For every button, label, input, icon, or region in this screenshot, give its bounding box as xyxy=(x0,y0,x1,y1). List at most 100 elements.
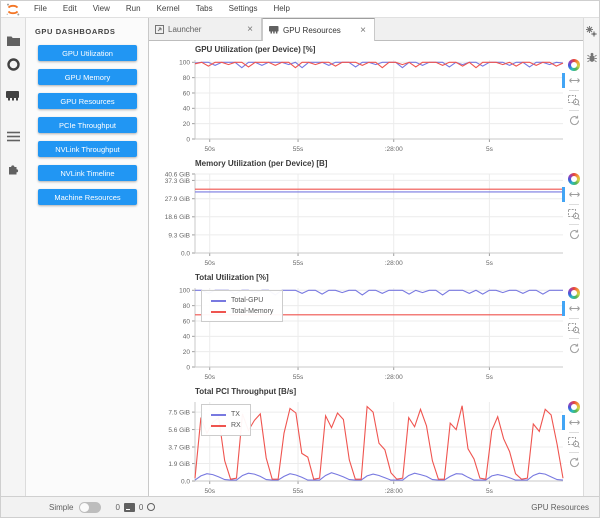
svg-text:55s: 55s xyxy=(293,374,304,381)
svg-text:3.7 GiB: 3.7 GiB xyxy=(168,444,190,451)
bokeh-logo-icon[interactable] xyxy=(568,287,580,299)
chart-title: Memory Utilization (per Device) [B] xyxy=(195,159,328,168)
svg-text:50s: 50s xyxy=(204,260,215,267)
bokeh-logo-icon[interactable] xyxy=(568,59,580,71)
dashboard-button-pcie-throughput[interactable]: PCIe Throughput xyxy=(38,117,137,133)
chart-title: GPU Utilization (per Device) [%] xyxy=(195,45,316,54)
menu-kernel[interactable]: Kernel xyxy=(149,1,188,17)
svg-text:80: 80 xyxy=(183,75,191,82)
debugger-icon[interactable] xyxy=(586,52,597,78)
pan-tool-icon[interactable] xyxy=(562,73,581,88)
reset-tool-icon[interactable] xyxy=(567,114,581,127)
jupyter-logo-icon xyxy=(6,3,20,15)
dashboard-button-machine-resources[interactable]: Machine Resources xyxy=(38,189,137,205)
tab-gpu-resources-label: GPU Resources xyxy=(283,25,341,35)
reset-tool-icon[interactable] xyxy=(567,456,581,469)
launcher-icon xyxy=(155,24,164,34)
kernel-status-icon[interactable] xyxy=(147,503,156,511)
bokeh-toolbar xyxy=(562,57,583,154)
dashboard-button-nvlink-timeline[interactable]: NVLink Timeline xyxy=(38,165,137,181)
svg-text:37.3 GiB: 37.3 GiB xyxy=(165,178,190,185)
svg-text:20: 20 xyxy=(183,121,191,128)
table-of-contents-icon[interactable] xyxy=(1,124,26,148)
svg-text:0.0: 0.0 xyxy=(181,250,190,257)
svg-text:18.6 GiB: 18.6 GiB xyxy=(165,214,190,221)
running-sessions-icon[interactable] xyxy=(1,52,26,76)
dashboard-button-gpu-utilization[interactable]: GPU Utilization xyxy=(38,45,137,61)
menu-file[interactable]: File xyxy=(26,1,55,17)
gpu-tab-icon xyxy=(269,26,279,34)
jupyterlab-window: File Edit View Run Kernel Tabs Settings … xyxy=(0,0,600,518)
tab-gpu-resources[interactable]: GPU Resources × xyxy=(262,18,375,41)
svg-text:60: 60 xyxy=(183,318,191,325)
svg-text:7.5 GiB: 7.5 GiB xyxy=(168,410,190,417)
tab-gpu-resources-close-icon[interactable]: × xyxy=(358,25,368,36)
svg-text:5.6 GiB: 5.6 GiB xyxy=(168,427,190,434)
svg-text:27.9 GiB: 27.9 GiB xyxy=(165,196,190,203)
left-activity-bar xyxy=(1,18,26,496)
svg-text:5s: 5s xyxy=(486,374,494,381)
bokeh-toolbar xyxy=(562,285,583,382)
dashboard-button-gpu-resources[interactable]: GPU Resources xyxy=(38,93,137,109)
menu-tabs[interactable]: Tabs xyxy=(188,1,221,17)
legend-swatch xyxy=(211,413,226,416)
gpu-resources-dashboard: GPU Utilization (per Device) [%] 100 80 60… xyxy=(149,41,583,496)
dashboard-button-nvlink-throughput[interactable]: NVLink Throughput xyxy=(38,141,137,157)
menu-run[interactable]: Run xyxy=(118,1,149,17)
pan-tool-icon[interactable] xyxy=(562,187,581,202)
bokeh-toolbar xyxy=(562,171,583,268)
menu-help[interactable]: Help xyxy=(266,1,298,17)
box-zoom-tool-icon[interactable] xyxy=(567,436,581,449)
tab-launcher-close-icon[interactable]: × xyxy=(245,24,255,35)
gpu-utilization-plot[interactable]: 100 80 60 40 20 0 50s 55s:28:00 5s xyxy=(155,57,565,154)
box-zoom-tool-icon[interactable] xyxy=(567,94,581,107)
svg-text:9.3 GiB: 9.3 GiB xyxy=(168,232,190,239)
dock-tab-bar: Launcher × GPU Resources × xyxy=(149,18,583,41)
svg-text:50s: 50s xyxy=(204,146,215,153)
svg-text:5s: 5s xyxy=(486,488,494,495)
box-zoom-tool-icon[interactable] xyxy=(567,322,581,335)
panel-title: GPU DASHBOARDS xyxy=(35,27,116,36)
chart-memory-utilization: Memory Utilization (per Device) [B] 40.6… xyxy=(149,159,583,272)
menu-bar: File Edit View Run Kernel Tabs Settings … xyxy=(1,1,599,18)
dashboard-button-gpu-memory[interactable]: GPU Memory xyxy=(38,69,137,85)
simple-mode-toggle[interactable] xyxy=(79,501,102,513)
svg-text::28:00: :28:00 xyxy=(385,260,403,267)
gpu-dashboards-icon[interactable] xyxy=(1,84,26,108)
bokeh-logo-icon[interactable] xyxy=(568,401,580,413)
reset-tool-icon[interactable] xyxy=(567,342,581,355)
file-browser-icon[interactable] xyxy=(1,28,26,52)
tab-launcher[interactable]: Launcher × xyxy=(149,18,262,40)
property-inspector-icon[interactable] xyxy=(586,26,597,52)
box-zoom-tool-icon[interactable] xyxy=(567,208,581,221)
current-context-label: GPU Resources xyxy=(531,502,589,512)
right-activity-bar xyxy=(583,18,599,496)
legend-swatch xyxy=(211,299,226,302)
extension-manager-icon[interactable] xyxy=(1,156,26,180)
terminal-icon[interactable] xyxy=(123,502,135,512)
svg-text:55s: 55s xyxy=(293,260,304,267)
menu-settings[interactable]: Settings xyxy=(221,1,266,17)
menu-view[interactable]: View xyxy=(85,1,118,17)
svg-text:55s: 55s xyxy=(293,488,304,495)
svg-text::28:00: :28:00 xyxy=(385,146,403,153)
reset-tool-icon[interactable] xyxy=(567,228,581,241)
svg-text:40: 40 xyxy=(183,106,191,113)
legend-swatch xyxy=(211,310,226,313)
svg-text:5s: 5s xyxy=(486,146,494,153)
legend-swatch xyxy=(211,424,226,427)
simple-mode-label: Simple xyxy=(49,502,74,512)
menu-edit[interactable]: Edit xyxy=(55,1,85,17)
terminal-count: 0 xyxy=(115,502,120,512)
pan-tool-icon[interactable] xyxy=(562,415,581,430)
svg-text:5s: 5s xyxy=(486,260,494,267)
memory-utilization-plot[interactable]: 40.6 GiB37.3 GiB27.9 GiB18.6 GiB9.3 GiB0… xyxy=(155,171,565,268)
chart-title: Total Utilization [%] xyxy=(195,273,269,282)
svg-text:50s: 50s xyxy=(204,374,215,381)
bokeh-logo-icon[interactable] xyxy=(568,173,580,185)
pan-tool-icon[interactable] xyxy=(562,301,581,316)
svg-text:0.0: 0.0 xyxy=(181,478,190,485)
chart-title: Total PCI Throughput [B/s] xyxy=(195,387,297,396)
chart-total-pci-throughput: Total PCI Throughput [B/s] 7.5 GiB 5.6 Gi… xyxy=(149,387,583,496)
tab-launcher-label: Launcher xyxy=(168,24,202,34)
